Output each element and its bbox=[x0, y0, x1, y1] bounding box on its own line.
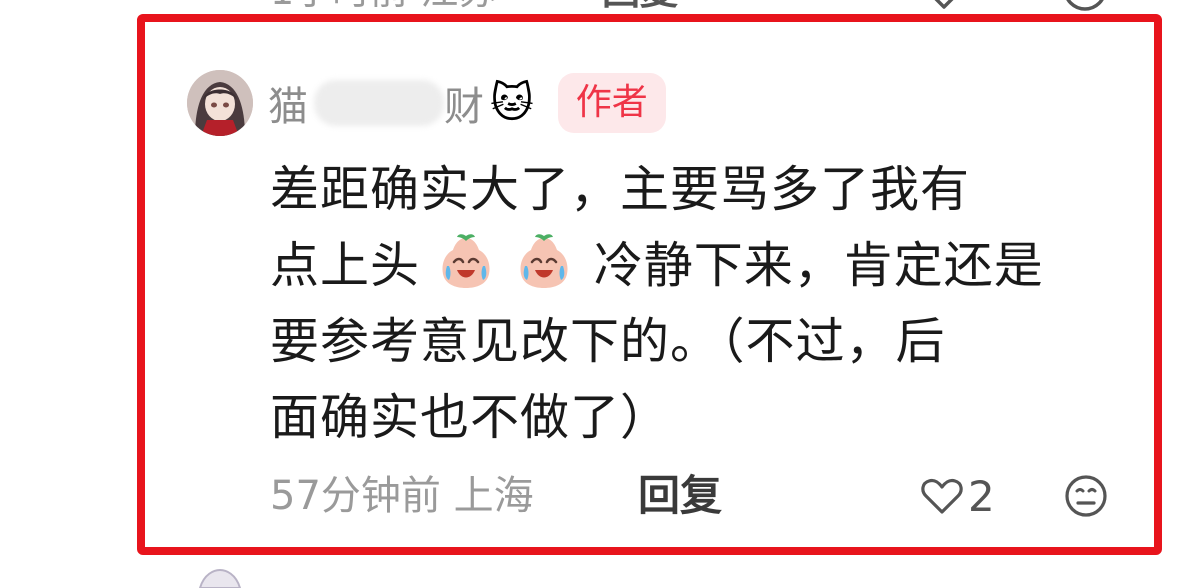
reply-button[interactable]: 回复 bbox=[638, 468, 722, 524]
crying-laughing-peach-emoji-icon bbox=[442, 234, 490, 288]
comment-line-segment: 冷静下来，肯定还是 bbox=[593, 237, 1044, 294]
author-badge: 作者 bbox=[557, 73, 666, 133]
like-button[interactable]: 2 bbox=[920, 468, 995, 524]
comment-text: 差距确实大了，主要骂多了我有 点上头 冷静下来，肯定还是 要参考意见改下的。（不… bbox=[270, 152, 1130, 456]
comment-header: 猫 财 🐱 作者 bbox=[268, 70, 666, 136]
comment-line-segment: 点上头 bbox=[270, 237, 421, 294]
avatar-image bbox=[187, 70, 253, 136]
username-redaction-blur bbox=[314, 80, 444, 126]
comment-time-location: 57分钟前 上海 bbox=[270, 473, 534, 519]
comment-line: 点上头 冷静下来，肯定还是 bbox=[270, 228, 1130, 304]
comment-line: 差距确实大了，主要骂多了我有 bbox=[270, 161, 971, 218]
crying-laughing-peach-emoji-icon bbox=[520, 234, 568, 288]
username-start[interactable]: 猫 bbox=[268, 74, 310, 132]
comment-meta-row: 57分钟前 上海 回复 2 bbox=[270, 468, 1130, 524]
avatar[interactable] bbox=[187, 70, 253, 136]
like-count: 2 bbox=[968, 471, 995, 521]
next-comment-avatar-peek bbox=[198, 568, 242, 588]
comment-line: 面确实也不做了） bbox=[270, 389, 671, 446]
heart-outline-icon[interactable] bbox=[920, 0, 968, 14]
username-end[interactable]: 财 bbox=[444, 74, 486, 132]
neutral-face-icon[interactable] bbox=[1062, 0, 1108, 12]
heart-outline-icon bbox=[921, 478, 963, 514]
neutral-face-icon[interactable] bbox=[1064, 474, 1108, 518]
comment-line: 要参考意见改下的。（不过，后 bbox=[270, 313, 946, 370]
cat-emoji-icon: 🐱 bbox=[490, 78, 534, 127]
